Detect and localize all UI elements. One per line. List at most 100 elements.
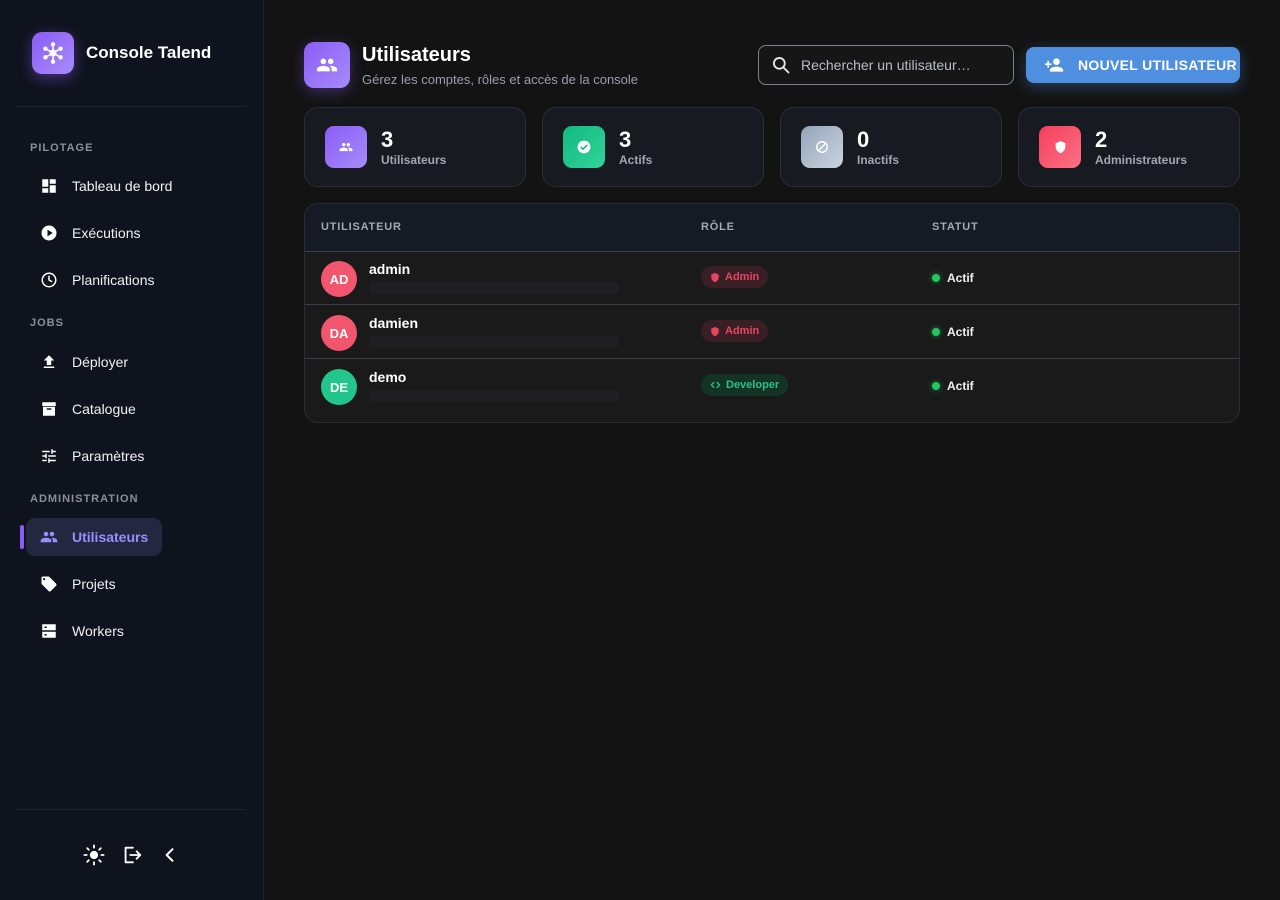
stat-card-administrateurs: 2 Administrateurs bbox=[1018, 107, 1240, 187]
role-badge: Developer bbox=[701, 374, 789, 396]
stat-label: Administrateurs bbox=[1095, 153, 1188, 167]
role-badge: Admin bbox=[701, 320, 769, 342]
status-badge: Actif bbox=[932, 271, 974, 285]
sidebar-divider bbox=[16, 809, 246, 810]
new-user-button[interactable]: NOUVEL UTILISATEUR bbox=[1026, 47, 1240, 83]
logout-icon[interactable] bbox=[120, 843, 144, 867]
stat-card-utilisateurs: 3 Utilisateurs bbox=[304, 107, 526, 187]
username: damien bbox=[369, 315, 419, 331]
sidebar-item-planifications[interactable]: Planifications bbox=[26, 261, 169, 299]
active-indicator bbox=[20, 525, 24, 549]
section-label-jobs: JOBS bbox=[30, 317, 64, 329]
column-header-statut[interactable]: STATUT bbox=[932, 221, 979, 233]
status-dot bbox=[932, 274, 940, 282]
stat-value: 3 bbox=[619, 127, 632, 152]
brand-logo-icon bbox=[32, 32, 74, 74]
search-input[interactable] bbox=[801, 57, 1001, 73]
users-table: UTILISATEUR RÔLE STATUT AD admin Admin A… bbox=[304, 203, 1240, 423]
sidebar-item-label: Utilisateurs bbox=[72, 529, 149, 545]
sidebar-item-catalogue[interactable]: Catalogue bbox=[26, 390, 150, 428]
sidebar-item-label: Déployer bbox=[72, 354, 129, 370]
users-icon bbox=[325, 126, 367, 168]
sidebar-item-label: Projets bbox=[72, 576, 116, 592]
role-label: Admin bbox=[725, 271, 760, 283]
sidebar-item-parametres[interactable]: Paramètres bbox=[26, 437, 158, 475]
sidebar-item-executions[interactable]: Exécutions bbox=[26, 214, 154, 252]
table-row[interactable]: DA damien Admin Actif bbox=[305, 306, 1239, 359]
sidebar: Console Talend PILOTAGE Tableau de bord … bbox=[0, 0, 264, 900]
page-header: Utilisateurs Gérez les comptes, rôles et… bbox=[304, 42, 638, 88]
stat-label: Actifs bbox=[619, 153, 653, 167]
role-label: Developer bbox=[726, 379, 780, 391]
role-label: Admin bbox=[725, 325, 760, 337]
sidebar-item-label: Paramètres bbox=[72, 448, 145, 464]
page-title: Utilisateurs bbox=[362, 44, 471, 66]
sidebar-item-label: Catalogue bbox=[72, 401, 136, 417]
stat-label: Utilisateurs bbox=[381, 153, 447, 167]
tag-icon bbox=[40, 575, 58, 593]
username: admin bbox=[369, 261, 411, 277]
table-row[interactable]: AD admin Admin Actif bbox=[305, 252, 1239, 305]
sidebar-item-workers[interactable]: Workers bbox=[26, 612, 138, 650]
users-icon bbox=[304, 42, 350, 88]
table-row[interactable]: DE demo Developer Actif bbox=[305, 360, 1239, 413]
person-add-icon bbox=[1042, 55, 1066, 75]
table-header: UTILISATEUR RÔLE STATUT bbox=[305, 204, 1239, 252]
status-dot bbox=[932, 328, 940, 336]
username: demo bbox=[369, 369, 407, 385]
archive-icon bbox=[40, 400, 58, 418]
status-dot bbox=[932, 382, 940, 390]
app-title: Console Talend bbox=[86, 43, 212, 62]
clock-icon bbox=[40, 271, 58, 289]
sidebar-item-deployer[interactable]: Déployer bbox=[26, 343, 142, 381]
sidebar-item-label: Workers bbox=[72, 623, 124, 639]
stat-value: 3 bbox=[381, 127, 394, 152]
section-label-administration: ADMINISTRATION bbox=[30, 493, 139, 505]
sun-icon[interactable] bbox=[82, 843, 106, 867]
status-badge: Actif bbox=[932, 325, 974, 339]
shield-icon bbox=[1039, 126, 1081, 168]
shield-icon bbox=[710, 272, 720, 283]
stat-label: Inactifs bbox=[857, 153, 900, 167]
email-redacted bbox=[369, 336, 619, 348]
chevron-left-icon[interactable] bbox=[158, 843, 182, 867]
column-header-utilisateur[interactable]: UTILISATEUR bbox=[321, 221, 402, 233]
sidebar-item-label: Exécutions bbox=[72, 225, 141, 241]
column-header-role[interactable]: RÔLE bbox=[701, 221, 735, 233]
stat-card-actifs: 3 Actifs bbox=[542, 107, 764, 187]
avatar: DE bbox=[321, 369, 357, 405]
email-redacted bbox=[369, 390, 619, 402]
avatar: AD bbox=[321, 261, 357, 297]
server-icon bbox=[40, 622, 58, 640]
stat-value: 2 bbox=[1095, 127, 1108, 152]
status-label: Actif bbox=[947, 379, 974, 393]
new-user-button-label: NOUVEL UTILISATEUR bbox=[1078, 57, 1237, 73]
play-circle-icon bbox=[40, 224, 58, 242]
sidebar-item-utilisateurs[interactable]: Utilisateurs bbox=[26, 518, 163, 556]
upload-icon bbox=[40, 353, 58, 371]
sidebar-footer bbox=[82, 843, 182, 867]
sidebar-item-tableau-de-bord[interactable]: Tableau de bord bbox=[26, 167, 186, 205]
shield-icon bbox=[710, 326, 720, 337]
section-label-pilotage: PILOTAGE bbox=[30, 142, 94, 154]
block-icon bbox=[801, 126, 843, 168]
status-badge: Actif bbox=[932, 379, 974, 393]
dashboard-icon bbox=[40, 177, 58, 195]
sidebar-item-label: Tableau de bord bbox=[72, 178, 173, 194]
page-subtitle: Gérez les comptes, rôles et accès de la … bbox=[362, 72, 639, 87]
role-badge: Admin bbox=[701, 266, 769, 288]
sidebar-divider bbox=[16, 106, 246, 107]
sliders-icon bbox=[40, 447, 58, 465]
sidebar-item-projets[interactable]: Projets bbox=[26, 565, 130, 603]
users-icon bbox=[40, 528, 58, 546]
status-label: Actif bbox=[947, 325, 974, 339]
avatar: DA bbox=[321, 315, 357, 351]
search-icon bbox=[771, 55, 791, 75]
status-label: Actif bbox=[947, 271, 974, 285]
stat-value: 0 bbox=[857, 127, 870, 152]
search-box[interactable] bbox=[758, 45, 1014, 85]
email-redacted bbox=[369, 282, 619, 294]
check-circle-icon bbox=[563, 126, 605, 168]
brand[interactable]: Console Talend bbox=[32, 32, 211, 74]
stat-card-inactifs: 0 Inactifs bbox=[780, 107, 1002, 187]
